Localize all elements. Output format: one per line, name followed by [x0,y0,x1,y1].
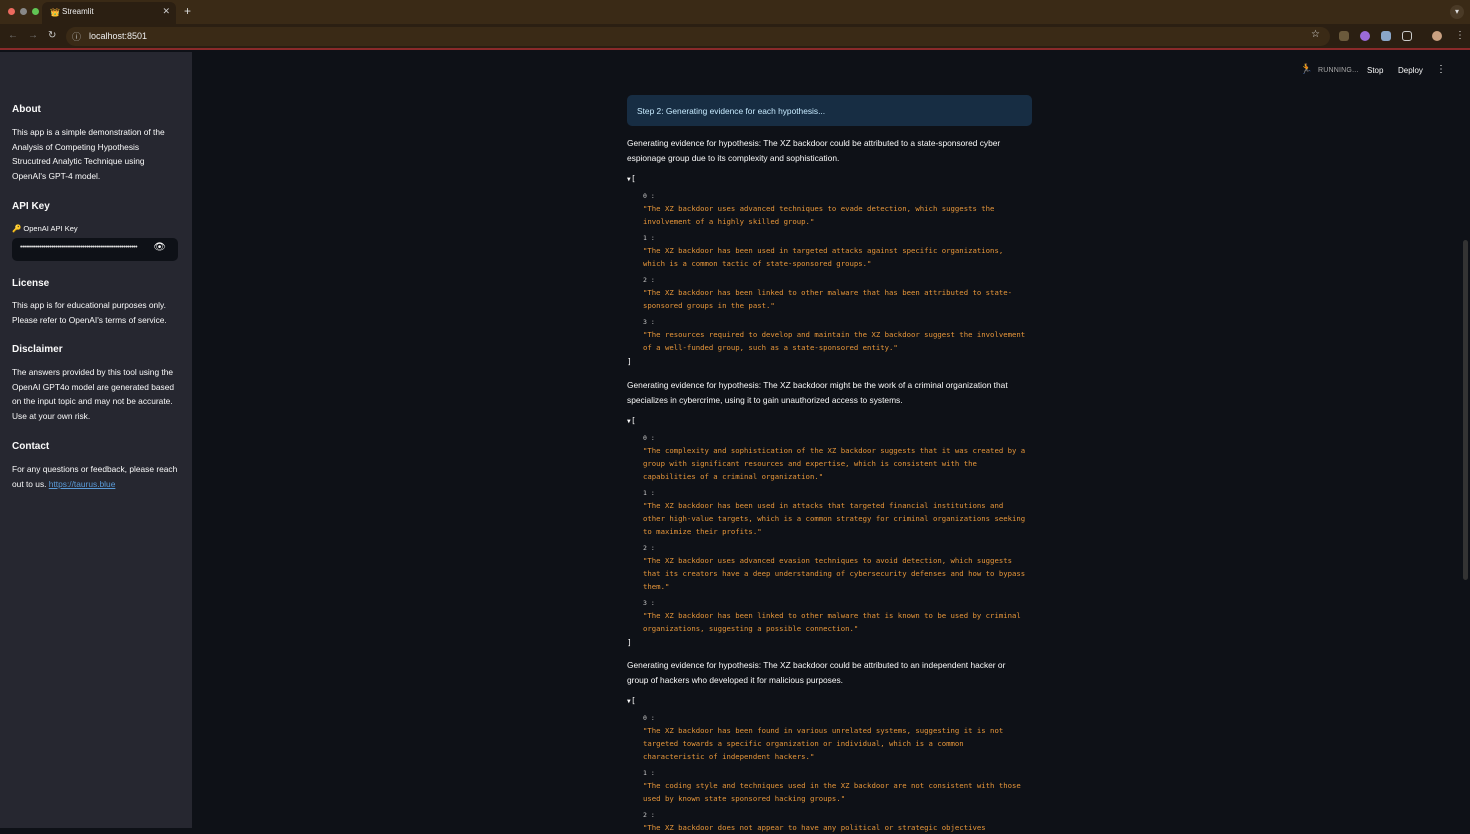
json-open-bracket: [ [631,174,636,183]
contact-link[interactable]: https://taurus.blue [49,479,116,489]
json-index: 3 : [643,599,655,607]
json-open-bracket: [ [631,416,636,425]
json-evidence-value: "The XZ backdoor has been linked to othe… [643,288,1013,310]
browser-tab-bar: 👑 Streamlit ✕ + ▾ [0,0,1470,24]
api-key-heading: API Key [12,201,50,212]
streamlit-favicon-icon: 👑 [50,8,60,17]
extension-icon[interactable] [1381,31,1391,41]
api-key-value: ••••••••••••••••••••••••••••••••••••••••… [20,244,138,251]
json-evidence-value: "The coding style and techniques used in… [643,781,1021,803]
json-close-bracket: ] [627,638,632,647]
disclaimer-text: The answers provided by this tool using … [12,367,175,421]
running-status: RUNNING... [1318,67,1359,74]
json-index: 0 : [643,714,655,722]
json-evidence-value: "The resources required to develop and m… [643,330,1026,352]
json-index: 2 : [643,276,655,284]
close-window-button[interactable] [8,8,15,15]
json-open-bracket: [ [631,696,636,705]
json-index: 1 : [643,489,655,497]
app-status-bar: 🏃 RUNNING... Stop Deploy ⋮ [1290,62,1470,80]
hypothesis-text: Generating evidence for hypothesis: The … [627,380,1008,405]
json-index: 0 : [643,192,655,200]
address-bar[interactable]: ⓘ localhost:8501 ☆ [66,27,1330,46]
json-index: 1 : [643,769,655,777]
json-close-bracket: ] [627,357,632,366]
stop-button[interactable]: Stop [1367,66,1383,75]
extensions-puzzle-icon[interactable] [1402,31,1412,41]
json-index: 2 : [643,544,655,552]
running-man-icon: 🏃 [1300,64,1313,75]
json-index: 1 : [643,234,655,242]
minimize-window-button[interactable] [20,8,27,15]
json-evidence-value: "The XZ backdoor has been linked to othe… [643,611,1021,633]
json-evidence-value: "The complexity and sophistication of th… [643,446,1026,481]
main-content: Step 2: Generating evidence for each hyp… [192,52,1470,832]
disclaimer-heading: Disclaimer [12,344,63,355]
contact-heading: Contact [12,441,50,452]
json-evidence-value: "The XZ backdoor uses advanced technique… [643,204,995,226]
extension-icon[interactable] [1339,31,1349,41]
info-alert-text: Step 2: Generating evidence for each hyp… [637,106,826,116]
contact-text: For any questions or feedback, please re… [12,462,180,491]
json-evidence-value: "The XZ backdoor uses advanced evasion t… [643,556,1026,591]
hypothesis-text: Generating evidence for hypothesis: The … [627,660,1006,685]
browser-tab[interactable]: 👑 Streamlit ✕ [42,2,176,24]
scrollbar[interactable] [1463,240,1468,580]
json-index: 0 : [643,434,655,442]
browser-menu-icon[interactable]: ⋮ [1455,30,1465,41]
json-index: 2 : [643,811,655,819]
main-menu-icon[interactable]: ⋮ [1436,64,1446,75]
sidebar: About This app is a simple demonstration… [0,52,192,828]
json-evidence-value: "The XZ backdoor has been used in target… [643,246,1004,268]
api-key-input[interactable]: ••••••••••••••••••••••••••••••••••••••••… [12,238,178,261]
info-alert: Step 2: Generating evidence for each hyp… [627,95,1032,126]
license-heading: License [12,278,50,289]
bookmark-star-icon[interactable]: ☆ [1311,29,1320,40]
license-text: This app is for educational purposes onl… [12,300,167,325]
browser-toolbar: ← → ↻ ⓘ localhost:8501 ☆ ⋮ [0,24,1470,50]
show-password-eye-icon[interactable]: 👁 [153,242,166,253]
json-evidence-value: "The XZ backdoor has been found in vario… [643,726,1004,761]
new-tab-button[interactable]: + [184,4,191,18]
api-key-label: 🔑 OpenAI API Key [12,224,78,233]
json-index: 3 : [643,318,655,326]
forward-icon[interactable]: → [28,30,38,41]
about-heading: About [12,104,41,115]
back-icon[interactable]: ← [8,30,18,41]
extension-icon[interactable] [1360,31,1370,41]
json-evidence-value: "The XZ backdoor has been used in attack… [643,501,1026,536]
tab-search-icon[interactable]: ▾ [1450,5,1464,19]
tab-title: Streamlit [62,7,94,16]
profile-avatar[interactable] [1432,31,1442,41]
hypothesis-text: Generating evidence for hypothesis: The … [627,138,1001,163]
url-text: localhost:8501 [89,31,148,41]
site-info-icon[interactable]: ⓘ [72,30,81,43]
deploy-button[interactable]: Deploy [1398,66,1423,75]
about-text: This app is a simple demonstration of th… [12,127,165,181]
tab-close-icon[interactable]: ✕ [162,6,170,17]
reload-icon[interactable]: ↻ [48,30,56,41]
maximize-window-button[interactable] [32,8,39,15]
